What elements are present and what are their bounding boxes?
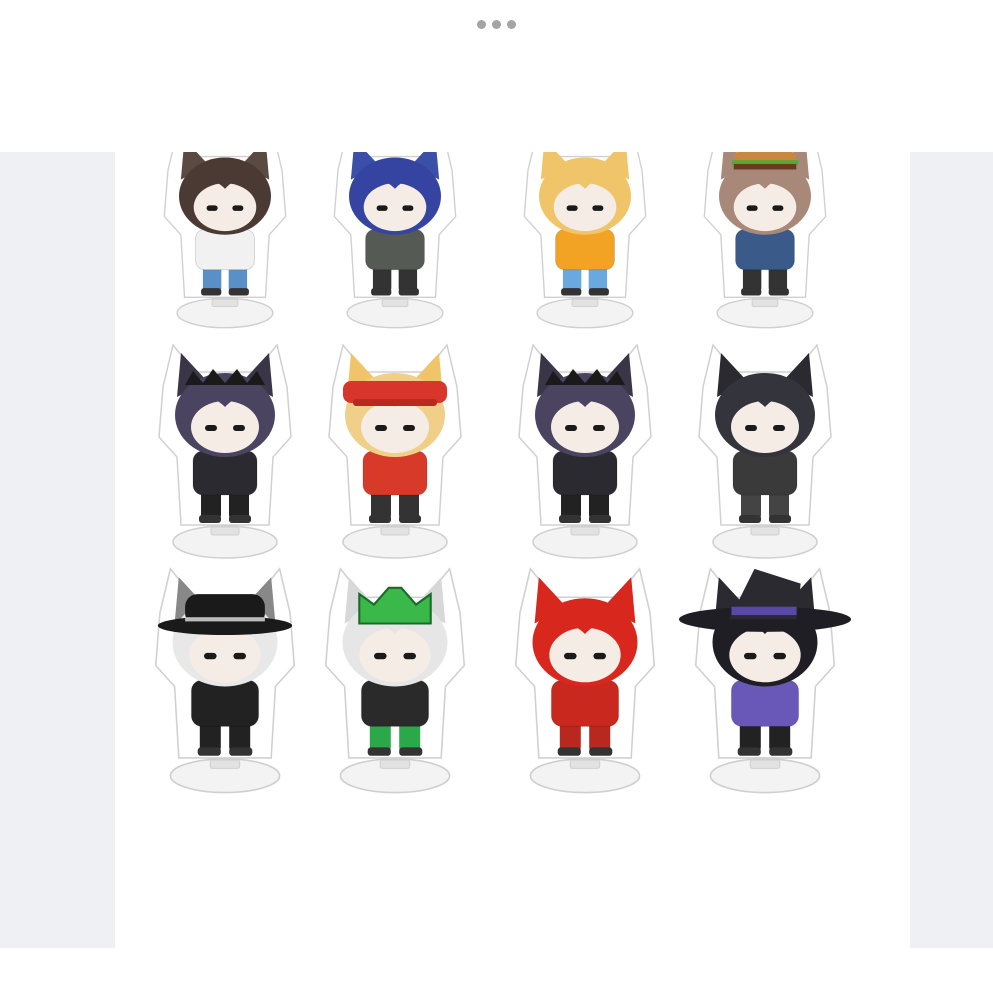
body [362, 450, 428, 496]
body [555, 228, 615, 271]
face [359, 627, 431, 683]
face [729, 627, 801, 683]
eye [564, 652, 577, 660]
standee-blue-hair-masked [333, 152, 457, 329]
standee-slot [751, 298, 779, 308]
eye [232, 205, 244, 211]
face [363, 183, 427, 232]
standee-slot [209, 759, 241, 769]
standee-blonde-fox [523, 152, 647, 329]
eye [593, 425, 605, 431]
face [361, 401, 429, 453]
page [0, 0, 993, 993]
eye [402, 205, 414, 211]
standee-slot [379, 759, 411, 769]
eye [206, 205, 218, 211]
body [552, 450, 618, 496]
body [192, 450, 258, 496]
figures-illustration [154, 152, 852, 794]
body [365, 228, 425, 271]
eye [233, 425, 245, 431]
eye [746, 205, 758, 211]
face [549, 627, 621, 683]
standee-slot [749, 759, 781, 769]
body [735, 228, 795, 271]
standee-roblox-cap-fox [328, 343, 462, 559]
eye [375, 425, 387, 431]
standee-witch-hat-cat [678, 567, 852, 794]
eye [744, 652, 757, 660]
standee-black-cat-small [698, 343, 832, 559]
face [193, 183, 257, 232]
eye [566, 205, 578, 211]
body [195, 228, 255, 271]
standee-slot [381, 298, 409, 308]
product-image[interactable] [115, 152, 910, 948]
face [553, 183, 617, 232]
face [731, 401, 799, 453]
face [733, 183, 797, 232]
more-dots-icon [507, 19, 516, 29]
standee-dark-purple-cat-2 [518, 343, 652, 559]
standee-burger-hat-cat [703, 152, 827, 329]
body [730, 679, 800, 727]
eye [376, 205, 388, 211]
standee-brown-cat-boy [163, 152, 287, 329]
eye [374, 652, 387, 660]
eye [403, 652, 416, 660]
eye [205, 425, 217, 431]
eye [233, 652, 246, 660]
standee-dark-purple-cat [158, 343, 292, 559]
standee-slot [569, 759, 601, 769]
body [190, 679, 260, 727]
more-dots-icon [477, 19, 486, 29]
standee-red-cat [514, 567, 656, 794]
eye [773, 425, 785, 431]
standee-slot [571, 298, 599, 308]
eye [204, 652, 217, 660]
standee-green-crown-bunny [324, 567, 466, 794]
face [189, 627, 261, 683]
top-bar [0, 0, 993, 48]
eye [773, 652, 786, 660]
standee-slot [210, 526, 240, 536]
more-options-button[interactable] [467, 12, 526, 37]
body [550, 679, 620, 727]
standee-slot [380, 526, 410, 536]
green-crown [358, 586, 432, 625]
eye [592, 205, 604, 211]
eye [565, 425, 577, 431]
face [191, 401, 259, 453]
body [360, 679, 430, 727]
more-dots-icon [492, 19, 501, 29]
eye [593, 652, 606, 660]
eye [745, 425, 757, 431]
standee-slot [211, 298, 239, 308]
standee-slot [570, 526, 600, 536]
eye [403, 425, 415, 431]
standee-bucket-hat-cat [154, 567, 296, 794]
eye [772, 205, 784, 211]
standee-slot [750, 526, 780, 536]
burger-hat [733, 152, 797, 162]
body [732, 450, 798, 496]
face [551, 401, 619, 453]
